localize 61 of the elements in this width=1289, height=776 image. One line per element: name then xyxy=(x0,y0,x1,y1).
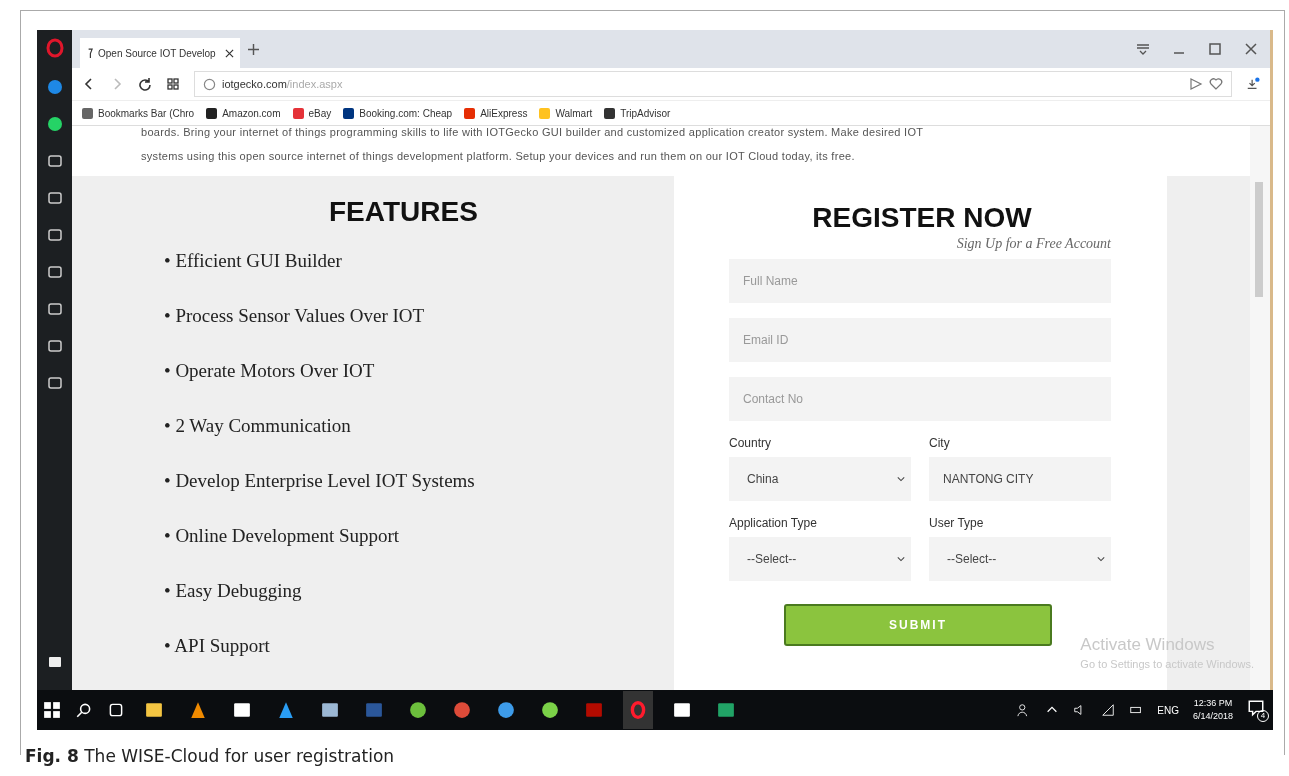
select-field[interactable]: --Select-- xyxy=(729,537,911,581)
menu-icon[interactable] xyxy=(1136,42,1150,56)
input-field[interactable]: NANTONG CITY xyxy=(929,457,1111,501)
download-icon[interactable] xyxy=(1246,77,1260,91)
bookmark[interactable]: Booking.com: Cheap xyxy=(343,107,453,119)
signal-icon[interactable] xyxy=(1101,703,1116,717)
bookmark[interactable]: AliExpress xyxy=(464,107,528,119)
circle-icon[interactable] xyxy=(453,701,471,719)
feature-item: • Efficient GUI Builder xyxy=(164,250,343,273)
bookmark[interactable]: TripAdvisor xyxy=(604,107,671,119)
chat-icon[interactable] xyxy=(541,701,559,719)
task-view-icon[interactable] xyxy=(107,701,125,719)
circle-icon[interactable] xyxy=(409,701,427,719)
windows-start-icon[interactable] xyxy=(43,701,61,719)
bookmark[interactable]: Amazon.com xyxy=(206,107,281,119)
whatsapp-icon[interactable] xyxy=(46,116,63,132)
feature-item: • Develop Enterprise Level IOT Systems xyxy=(164,470,476,493)
intro-text: boards. Bring your internet of things programming skills to life with IOTGecko GUI builder and customized application creator system. Make desired IOT xyxy=(141,125,925,140)
messenger-icon[interactable] xyxy=(46,79,63,95)
cone-icon[interactable] xyxy=(189,701,207,719)
circle-icon[interactable] xyxy=(497,701,515,719)
field-label: User Type xyxy=(929,516,985,530)
close-icon[interactable] xyxy=(225,48,234,58)
chevron-icon xyxy=(897,476,905,482)
feature-item: • Online Development Support xyxy=(164,525,401,548)
image-icon[interactable] xyxy=(673,701,691,719)
browser-tab[interactable]: Open Source IOT Develop xyxy=(80,38,240,68)
field-label: Application Type xyxy=(729,516,818,530)
panel-icon[interactable] xyxy=(46,654,63,670)
address-field[interactable]: iotgecko.com/index.aspx xyxy=(194,71,1232,97)
features-heading: FEATURES xyxy=(329,196,479,228)
reload-icon[interactable] xyxy=(138,77,152,91)
language-indicator[interactable]: ENG xyxy=(1157,704,1179,716)
feature-item: • Process Sensor Values Over IOT xyxy=(164,305,426,328)
clock[interactable]: 12:36 PM 6/14/2018 xyxy=(1192,697,1233,723)
feature-item: • 2 Way Communication xyxy=(164,415,352,438)
figure-caption: Fig. 8 The WISE-Cloud for user registration xyxy=(25,746,395,766)
bookmark[interactable]: Bookmarks Bar (Chro xyxy=(82,107,195,119)
feature-item: • Easy Debugging xyxy=(164,580,303,603)
register-heading: REGISTER NOW xyxy=(811,202,1033,234)
paper-plane-icon[interactable] xyxy=(277,701,295,719)
input-field[interactable]: Email ID xyxy=(729,318,1111,362)
feature-item: • Operate Motors Over IOT xyxy=(164,360,376,383)
register-subtitle: Sign Up for a Free Account xyxy=(955,236,1111,252)
close-icon[interactable] xyxy=(1244,42,1258,56)
globe-icon xyxy=(203,77,216,91)
select-field[interactable]: China xyxy=(729,457,911,501)
maximize-icon[interactable] xyxy=(1208,42,1222,56)
select-field[interactable]: --Select-- xyxy=(929,537,1111,581)
field-label: City xyxy=(929,436,951,450)
feature-item: • API Support xyxy=(164,635,271,658)
bookmark[interactable]: eBay xyxy=(292,107,332,119)
field-label: Country xyxy=(729,436,773,450)
bookmark[interactable]: Walmart xyxy=(539,107,593,119)
input-field[interactable]: Full Name xyxy=(729,259,1111,303)
chevron-icon xyxy=(897,556,905,562)
intro-text: systems using this open source internet of things development platform. Setup your devices and run them on our IOT Cloud today, its free. xyxy=(141,149,856,164)
folder-icon[interactable] xyxy=(145,701,163,719)
chevron-icon xyxy=(1097,556,1105,562)
new-tab-icon[interactable] xyxy=(248,43,259,55)
input-field[interactable]: Contact No xyxy=(729,377,1111,421)
